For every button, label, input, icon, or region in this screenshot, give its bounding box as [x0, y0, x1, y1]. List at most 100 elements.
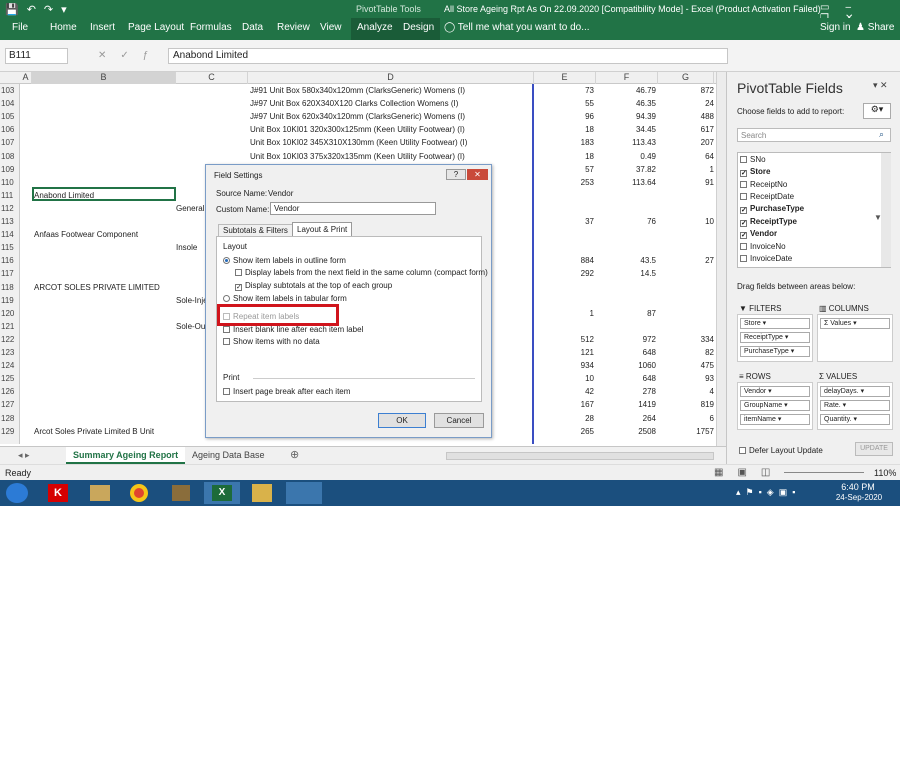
tab-view[interactable]: View — [320, 22, 342, 33]
field-item[interactable]: InvoiceNo — [740, 242, 786, 251]
item-cell[interactable]: Unit Box 10KI02 345X310X130mm (Keen Util… — [250, 138, 467, 147]
row-header[interactable]: 123 — [0, 348, 20, 357]
value-cell-f[interactable]: 37.82 — [620, 165, 656, 174]
value-pill[interactable]: Rate. ▾ — [820, 400, 890, 411]
tab-review[interactable]: Review — [277, 22, 310, 33]
tab-design[interactable]: Design — [397, 18, 441, 40]
column-pill[interactable]: Σ Values ▾ — [820, 318, 890, 329]
tab-subtotals-filters[interactable]: Subtotals & Filters — [218, 224, 293, 236]
undo-icon[interactable]: ↶ — [27, 3, 36, 16]
field-item[interactable]: ✓ PurchaseType — [740, 204, 804, 214]
redo-icon[interactable]: ↷ — [44, 3, 53, 16]
field-item[interactable]: SNo — [740, 155, 766, 164]
row-header[interactable]: 112 — [0, 204, 20, 213]
value-cell-f[interactable]: 2508 — [620, 427, 656, 436]
filter-pill[interactable]: Store ▾ — [740, 318, 810, 329]
row-header[interactable]: 118 — [0, 283, 20, 292]
tab-insert[interactable]: Insert — [90, 22, 115, 33]
tab-file[interactable]: File — [12, 22, 28, 33]
value-cell-f[interactable]: 1060 — [620, 361, 656, 370]
value-cell-e[interactable]: 18 — [560, 152, 594, 161]
group-cell[interactable]: General — [176, 204, 204, 213]
ok-button[interactable]: OK — [378, 413, 426, 428]
row-header[interactable]: 129 — [0, 427, 20, 436]
value-cell-g[interactable]: 617 — [680, 125, 714, 134]
row-header[interactable]: 111 — [0, 191, 20, 200]
sheet-tab-summary[interactable]: Summary Ageing Report — [66, 447, 186, 464]
show-no-data-checkbox[interactable]: Show items with no data — [223, 337, 320, 346]
value-cell-e[interactable]: 55 — [560, 99, 594, 108]
row-header[interactable]: 128 — [0, 414, 20, 423]
row-pill[interactable]: Vendor ▾ — [740, 386, 810, 397]
field-item[interactable]: ReceiptNo — [740, 180, 787, 189]
value-cell-e[interactable]: 28 — [560, 414, 594, 423]
value-cell-e[interactable]: 512 — [560, 335, 594, 344]
row-header[interactable]: 127 — [0, 400, 20, 409]
value-cell-g[interactable]: 488 — [680, 112, 714, 121]
start-button[interactable] — [6, 483, 28, 503]
value-cell-g[interactable]: 4 — [680, 387, 714, 396]
value-cell-g[interactable]: 93 — [680, 374, 714, 383]
value-cell-f[interactable]: 46.35 — [620, 99, 656, 108]
value-cell-g[interactable]: 334 — [680, 335, 714, 344]
app-icon[interactable] — [172, 485, 190, 501]
value-cell-g[interactable]: 27 — [680, 256, 714, 265]
value-cell-f[interactable]: 94.39 — [620, 112, 656, 121]
value-cell-e[interactable]: 183 — [560, 138, 594, 147]
value-cell-f[interactable]: 14.5 — [620, 269, 656, 278]
value-cell-g[interactable]: 872 — [680, 86, 714, 95]
zoom-slider[interactable] — [784, 472, 864, 473]
value-cell-f[interactable]: 76 — [620, 217, 656, 226]
value-cell-e[interactable]: 1 — [560, 309, 594, 318]
value-cell-g[interactable]: 1757 — [680, 427, 714, 436]
search-input[interactable]: Search — [737, 128, 891, 142]
tab-home[interactable]: Home — [50, 22, 77, 33]
row-header[interactable]: 107 — [0, 138, 20, 147]
share-button[interactable]: ♟ Share — [856, 22, 894, 33]
group-cell[interactable]: Sole-Inje — [176, 296, 208, 305]
item-cell[interactable]: J#97 Unit Box 620x340x120mm (ClarksGener… — [250, 112, 465, 121]
quick-access-chevron-icon[interactable]: ▾ — [61, 3, 67, 16]
field-item[interactable]: ✓ Store — [740, 167, 770, 177]
horizontal-scrollbar[interactable] — [446, 452, 714, 460]
value-cell-e[interactable]: 73 — [560, 86, 594, 95]
sign-in-link[interactable]: Sign in — [820, 22, 851, 33]
taskbar-button[interactable] — [286, 482, 322, 504]
value-pill[interactable]: Quantity. ▾ — [820, 414, 890, 425]
row-header[interactable]: 115 — [0, 243, 20, 252]
item-cell[interactable]: J#97 Unit Box 620X340X120 Clarks Collect… — [250, 99, 458, 108]
field-item[interactable]: ✓ ReceiptType — [740, 217, 797, 227]
value-cell-g[interactable]: 207 — [680, 138, 714, 147]
vendor-cell[interactable]: ARCOT SOLES PRIVATE LIMITED — [34, 283, 160, 292]
row-pill[interactable]: itemName ▾ — [740, 414, 810, 425]
pane-options-icon[interactable]: ▾ ✕ — [873, 80, 888, 91]
row-header[interactable]: 119 — [0, 296, 20, 305]
value-cell-f[interactable]: 113.43 — [620, 138, 656, 147]
name-box[interactable]: B111 — [5, 48, 68, 64]
value-cell-g[interactable]: 82 — [680, 348, 714, 357]
add-sheet-icon[interactable]: ⊕ — [290, 448, 299, 461]
row-header[interactable]: 110 — [0, 178, 20, 187]
value-cell-f[interactable]: 0.49 — [620, 152, 656, 161]
row-header[interactable]: 116 — [0, 256, 20, 265]
vertical-scrollbar[interactable] — [716, 72, 726, 446]
row-header[interactable]: 122 — [0, 335, 20, 344]
value-cell-e[interactable]: 167 — [560, 400, 594, 409]
close-icon[interactable]: ✕ — [467, 169, 488, 180]
group-cell[interactable]: Insole — [176, 243, 197, 252]
value-cell-f[interactable]: 46.79 — [620, 86, 656, 95]
gear-icon[interactable]: ⚙▾ — [863, 103, 891, 119]
row-header[interactable]: 126 — [0, 387, 20, 396]
row-header[interactable]: 114 — [0, 230, 20, 239]
field-list-scrollbar[interactable] — [881, 153, 891, 267]
value-cell-e[interactable]: 121 — [560, 348, 594, 357]
row-header[interactable]: 109 — [0, 165, 20, 174]
item-cell[interactable]: J#91 Unit Box 580x340x120mm (ClarksGener… — [250, 86, 465, 95]
value-cell-e[interactable]: 292 — [560, 269, 594, 278]
tab-formulas[interactable]: Formulas — [190, 22, 232, 33]
value-cell-f[interactable]: 972 — [620, 335, 656, 344]
save-icon[interactable]: 💾 — [5, 3, 19, 16]
value-cell-f[interactable]: 34.45 — [620, 125, 656, 134]
row-header[interactable]: 105 — [0, 112, 20, 121]
view-buttons[interactable]: ▦▣◫ — [714, 467, 784, 478]
